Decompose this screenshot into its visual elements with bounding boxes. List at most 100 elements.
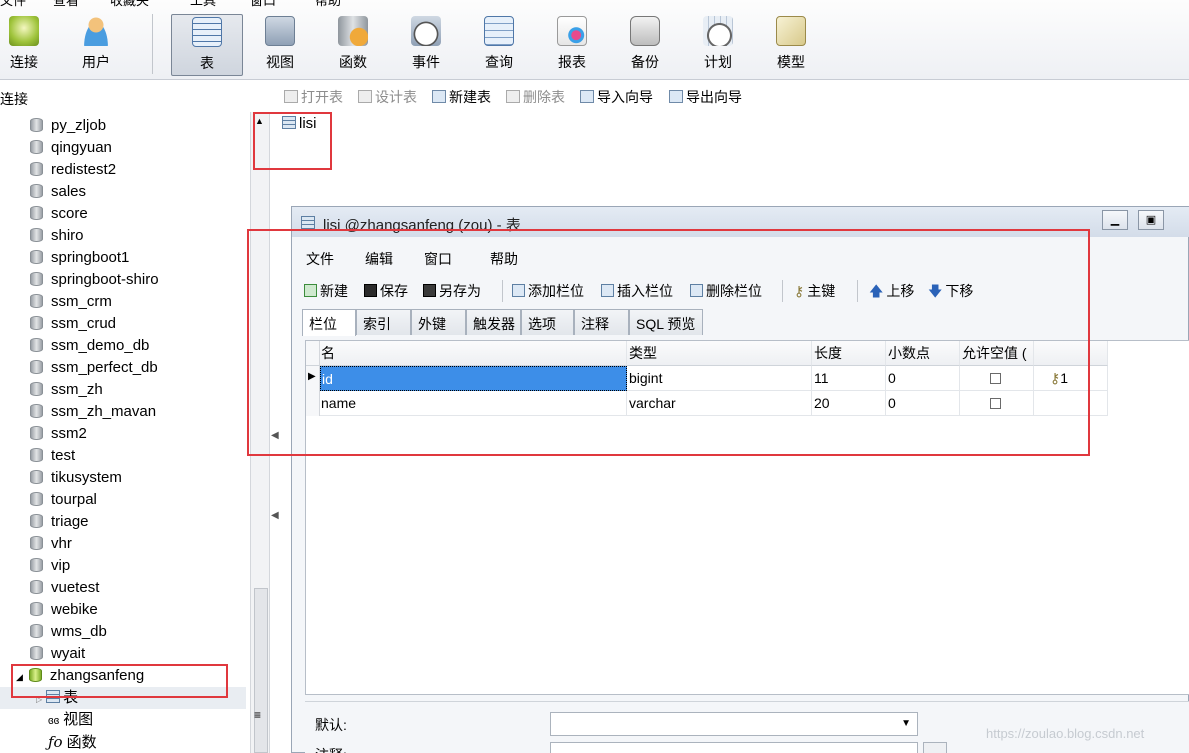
designer-titlebar[interactable]: lisi @zhangsanfeng (zou) - 表 ▁ ▣ (292, 207, 1189, 237)
cell-field-length[interactable]: 20 (812, 391, 886, 416)
tree-item-database[interactable]: py_zljob (30, 115, 106, 137)
cell-field-decimals[interactable]: 0 (886, 366, 960, 391)
menu-favorites[interactable]: 收藏夹 (110, 0, 149, 9)
tree-item-database[interactable]: redistest2 (30, 159, 116, 181)
tree-item-database[interactable]: ssm_zh (30, 379, 103, 401)
import-wizard-button[interactable]: 导入向导 (580, 87, 653, 107)
cell-field-key[interactable]: ⚷1 (1034, 366, 1108, 391)
new-table-button[interactable]: 新建表 (432, 87, 491, 107)
save-button[interactable]: 保存 (364, 281, 408, 301)
collapse-arrow-icon[interactable]: ▷ (36, 695, 42, 704)
tab-fields[interactable]: 栏位 (302, 309, 356, 336)
comment-field[interactable] (550, 742, 918, 753)
function-button[interactable]: 函数 (317, 14, 389, 76)
cell-field-type[interactable]: bigint (627, 366, 812, 391)
cell-field-nullable[interactable] (960, 366, 1034, 391)
tree-item-views[interactable]: ɞɞ 视图 (48, 709, 93, 731)
tree-item-database[interactable]: ssm_crm (30, 291, 112, 313)
report-button[interactable]: 报表 (536, 14, 608, 76)
move-down-button[interactable]: 🡇 下移 (928, 281, 973, 305)
tree-item-database[interactable]: springboot-shiro (30, 269, 159, 291)
tree-scrollbar[interactable]: ▲ ≡ (250, 112, 270, 753)
column-header-name[interactable]: 名 (320, 341, 627, 366)
add-field-button[interactable]: 添加栏位 (512, 281, 584, 301)
open-table-button[interactable]: 打开表 (284, 87, 343, 107)
designer-menu-help[interactable]: 帮助 (490, 249, 518, 269)
default-value-select[interactable]: ▼ (550, 712, 918, 736)
tree-item-database[interactable]: tourpal (30, 489, 97, 511)
designer-menu-window[interactable]: 窗口 (424, 249, 452, 269)
tree-item-database[interactable]: score (30, 203, 88, 225)
cell-field-name[interactable]: id (320, 366, 627, 391)
tab-indexes[interactable]: 索引 (356, 309, 411, 335)
tree-item-database[interactable]: wyait (30, 643, 85, 665)
menu-view[interactable]: 查看 (53, 0, 79, 9)
tab-foreign-keys[interactable]: 外键 (411, 309, 466, 335)
tree-item-database[interactable]: ssm_perfect_db (30, 357, 158, 379)
row-indicator[interactable]: ▶ (306, 366, 320, 391)
tree-item-database[interactable]: ssm2 (30, 423, 87, 445)
menu-window[interactable]: 窗口 (250, 0, 276, 9)
row-indicator[interactable] (306, 391, 320, 416)
connect-button[interactable]: 连接 (0, 14, 60, 76)
delete-field-button[interactable]: 删除栏位 (690, 281, 762, 301)
schedule-button[interactable]: 计划 (682, 14, 754, 76)
tree-item-functions[interactable]: ƒo 函数 (48, 731, 97, 753)
column-header-type[interactable]: 类型 (627, 341, 812, 366)
column-header-decimals[interactable]: 小数点 (886, 341, 960, 366)
tree-item-database[interactable]: ssm_crud (30, 313, 116, 335)
tree-item-database[interactable]: test (30, 445, 75, 467)
view-button[interactable]: 视图 (244, 14, 316, 76)
tab-triggers[interactable]: 触发器 (466, 309, 521, 335)
query-button[interactable]: 查询 (463, 14, 535, 76)
user-button[interactable]: 用户 (60, 14, 132, 76)
cell-field-nullable[interactable] (960, 391, 1034, 416)
column-header-length[interactable]: 长度 (812, 341, 886, 366)
backup-button[interactable]: 备份 (609, 14, 681, 76)
insert-field-button[interactable]: 插入栏位 (601, 281, 673, 301)
tree-item-database[interactable]: springboot1 (30, 247, 129, 269)
cell-field-key[interactable] (1034, 391, 1108, 416)
tree-item-tables[interactable]: ▷ 表 (36, 687, 78, 709)
table-object-lisi[interactable]: lisi (282, 115, 317, 132)
cell-field-type[interactable]: varchar (627, 391, 812, 416)
cell-field-name[interactable]: name (320, 391, 627, 416)
save-as-button[interactable]: 另存为 (423, 281, 481, 301)
tree-item-database[interactable]: qingyuan (30, 137, 112, 159)
new-button[interactable]: 新建 (304, 281, 348, 301)
tree-item-database[interactable]: vuetest (30, 577, 99, 599)
expand-arrow-icon[interactable]: ◢ (16, 672, 23, 682)
table-button[interactable]: 表 (171, 14, 243, 76)
scroll-up-icon[interactable]: ▲ (255, 116, 264, 126)
cell-field-decimals[interactable]: 0 (886, 391, 960, 416)
move-up-button[interactable]: 🡅 上移 (869, 281, 914, 305)
tree-item-database[interactable]: vhr (30, 533, 72, 555)
tab-comment[interactable]: 注释 (574, 309, 629, 335)
nullable-checkbox[interactable] (990, 373, 1001, 384)
splitter-left-icon[interactable]: ◀ (271, 430, 279, 444)
tree-item-database[interactable]: ssm_zh_mavan (30, 401, 156, 423)
splitter-left-icon-2[interactable]: ◀ (271, 510, 279, 524)
tree-item-database[interactable]: shiro (30, 225, 84, 247)
tree-item-database[interactable]: sales (30, 181, 86, 203)
tree-item-database[interactable]: wms_db (30, 621, 107, 643)
menu-file[interactable]: 文件 (0, 0, 26, 9)
nullable-checkbox[interactable] (990, 398, 1001, 409)
column-header-nullable[interactable]: 允许空值 ( (960, 341, 1034, 366)
design-table-button[interactable]: 设计表 (358, 87, 417, 107)
minimize-icon[interactable]: ▁ (1102, 210, 1128, 230)
tree-item-active-database[interactable]: ◢ zhangsanfeng (16, 665, 144, 687)
menu-help[interactable]: 帮助 (315, 0, 341, 9)
scrollbar-thumb[interactable] (254, 588, 268, 753)
model-button[interactable]: 模型 (755, 14, 827, 76)
tab-sql-preview[interactable]: SQL 预览 (629, 309, 703, 335)
tree-item-database[interactable]: tikusystem (30, 467, 122, 489)
fields-grid[interactable]: 名 类型 长度 小数点 允许空值 ( ▶ id bigint 11 0 ⚷1 n… (305, 340, 1189, 695)
connection-tree[interactable]: py_zljob qingyuan redistest2 sales score shir… (0, 112, 250, 753)
tree-item-database[interactable]: triage (30, 511, 89, 533)
designer-menu-file[interactable]: 文件 (306, 249, 334, 269)
comment-more-button[interactable] (923, 742, 947, 753)
delete-table-button[interactable]: 删除表 (506, 87, 565, 107)
primary-key-button[interactable]: ⚷ 主键 (794, 281, 835, 301)
maximize-icon[interactable]: ▣ (1138, 210, 1164, 230)
